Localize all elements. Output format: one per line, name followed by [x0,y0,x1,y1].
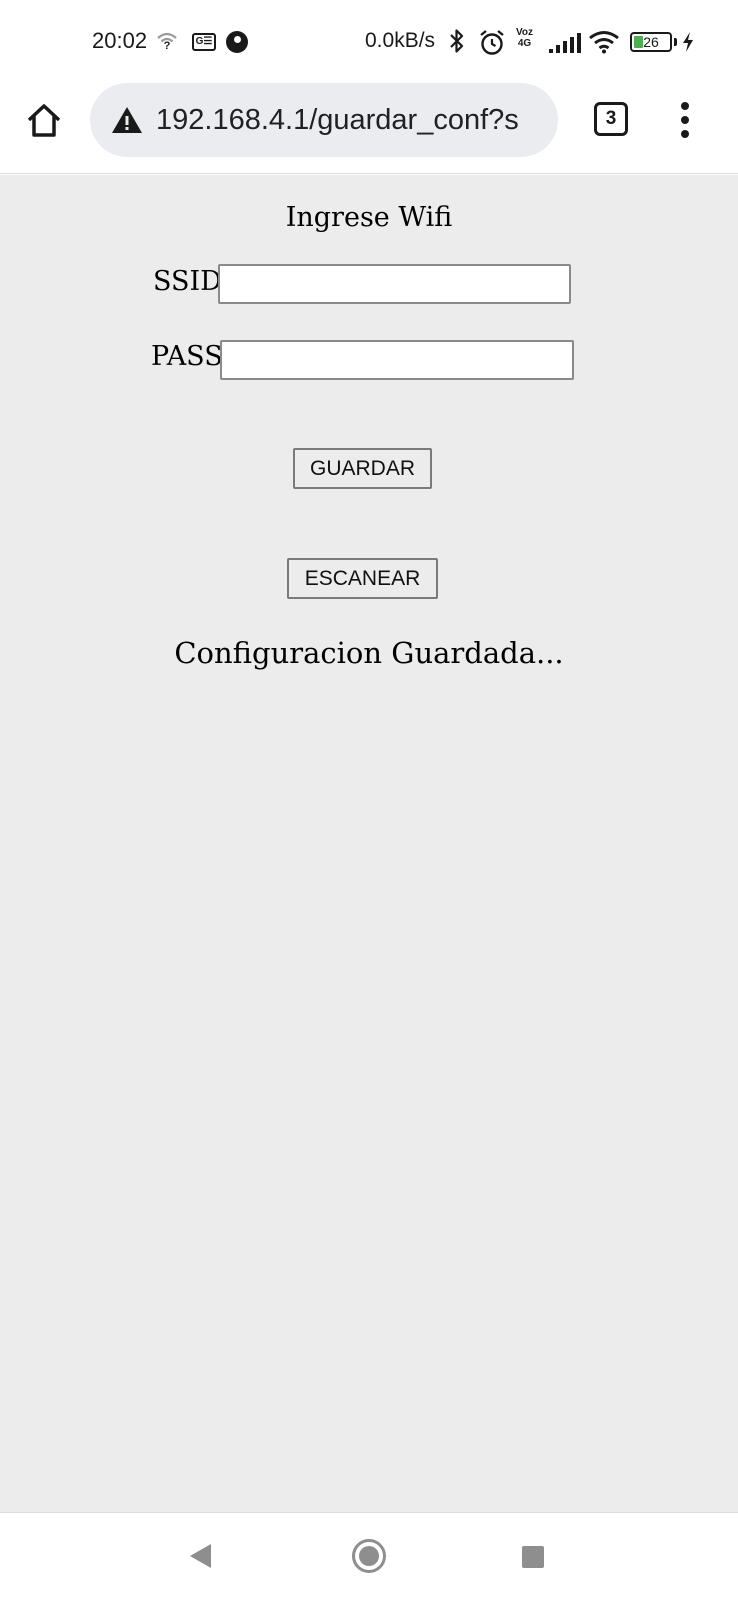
url-text: 192.168.4.1/guardar_conf?s [156,104,519,136]
wifi-icon [588,30,620,58]
network-speed: 0.0kB/s [365,29,436,52]
menu-dot-icon [681,130,689,138]
back-triangle-icon [190,1544,211,1568]
battery-tip [674,38,677,46]
pass-label: PASS [151,341,223,372]
overflow-menu-button[interactable] [670,100,700,140]
network-type: 4G [517,38,532,49]
system-navigation-bar [0,1512,738,1600]
volte-indicator: Voz 4G [516,27,533,49]
voz-label: Voz [516,27,534,38]
pass-input[interactable] [220,340,574,380]
svg-text:?: ? [164,40,171,50]
ssid-input[interactable] [218,264,571,304]
scan-button[interactable]: ESCANEAR [287,558,438,599]
menu-dot-icon [681,102,689,110]
back-button[interactable] [189,1543,213,1573]
battery-icon: 26 [630,32,672,52]
home-icon [27,104,61,137]
status-bar: 20:02 ? G☰ 0.0kB/s Voz 4G 26 [0,0,738,80]
status-time: 20:02 [92,28,148,53]
warning-icon[interactable] [110,105,144,139]
ge-badge-icon: G☰ [192,33,216,51]
battery-percent: 26 [643,34,659,50]
status-message: Configuracion Guardada... [174,636,564,670]
nav-home-button[interactable] [352,1539,386,1573]
recents-button[interactable] [522,1546,544,1568]
bluetooth-icon [449,28,465,58]
address-bar[interactable]: 192.168.4.1/guardar_conf?s [90,83,558,157]
tab-switcher-button[interactable]: 3 [594,102,628,136]
page-title: Ingrese Wifi [285,202,453,233]
alarm-icon [478,29,506,61]
cell-signal-icon [548,32,582,58]
ssid-label: SSID [153,266,222,297]
notification-app-icon [226,31,248,53]
charging-icon [681,31,695,57]
page-content: Ingrese Wifi SSID PASS GUARDAR ESCANEAR … [0,175,738,1512]
save-button[interactable]: GUARDAR [293,448,432,489]
wifi-question-icon: ? [157,32,177,54]
menu-dot-icon [681,116,689,124]
home-button[interactable] [24,101,64,141]
browser-toolbar: 192.168.4.1/guardar_conf?s 3 [0,80,738,174]
